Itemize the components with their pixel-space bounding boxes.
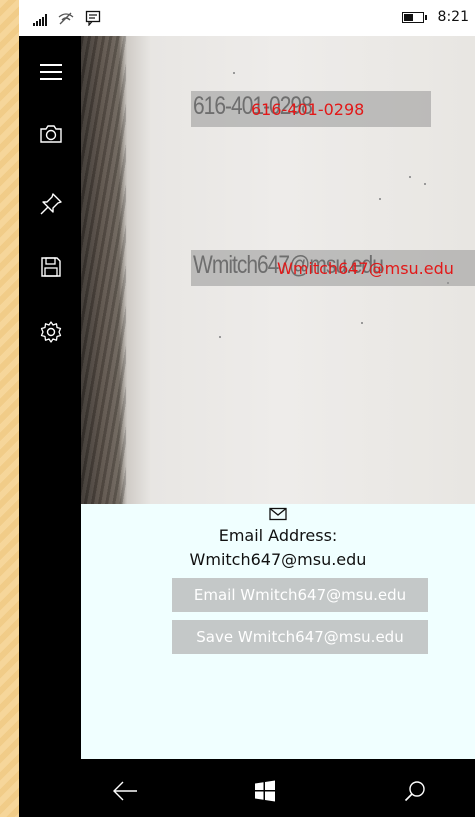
pin-icon[interactable] [37, 190, 65, 218]
back-icon[interactable] [111, 777, 139, 805]
ocr-phone-region[interactable]: 616-401-0298 616-401-0298 [191, 91, 431, 127]
camera-preview[interactable]: 616-401-0298 616-401-0298 Wmitch647@msu.… [81, 36, 475, 504]
ocr-email-region[interactable]: Wmitch647@msu.edu Wmitch647@msu.edu [191, 250, 475, 286]
result-panel: Email Address: Wmitch647@msu.edu Email W… [81, 504, 475, 759]
email-button[interactable]: Email Wmitch647@msu.edu [172, 578, 428, 612]
message-icon [85, 10, 101, 30]
status-bar: 8:21 [19, 0, 475, 36]
battery-icon [401, 11, 427, 23]
mail-icon [269, 506, 287, 525]
camera-icon[interactable] [37, 120, 65, 148]
hamburger-menu-icon[interactable] [37, 58, 65, 86]
phone-screen: 8:21 616-401-0298 616-401-0298 Wmitch647… [19, 0, 475, 817]
result-label: Email Address: [218, 526, 338, 545]
navigation-bar [81, 759, 475, 817]
save-button[interactable]: Save Wmitch647@msu.edu [172, 620, 428, 654]
clock: 8:21 [437, 9, 469, 25]
app-bar [19, 36, 81, 504]
save-icon[interactable] [37, 253, 65, 281]
status-right: 8:21 [401, 9, 469, 25]
paper-edge-shadow [81, 36, 126, 504]
status-left [33, 10, 101, 30]
ocr-phone-overlay-text: 616-401-0298 [251, 100, 365, 119]
ocr-email-overlay-text: Wmitch647@msu.edu [277, 259, 454, 278]
result-value: Wmitch647@msu.edu [189, 550, 367, 569]
settings-icon[interactable] [37, 318, 65, 346]
signal-icon [33, 14, 47, 26]
wifi-icon [57, 11, 75, 29]
search-icon[interactable] [401, 777, 429, 805]
windows-start-icon[interactable] [251, 777, 279, 805]
